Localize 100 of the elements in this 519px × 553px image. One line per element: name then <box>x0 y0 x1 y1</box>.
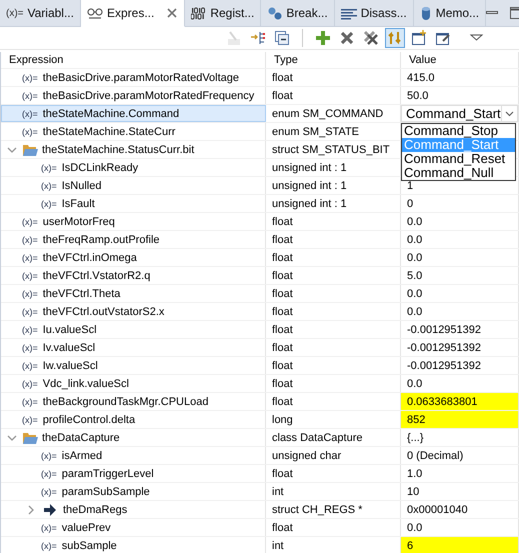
expression-cell[interactable]: (x)= paramSubSample <box>1 483 266 500</box>
value-cell[interactable]: -0.0012951392 <box>401 357 519 374</box>
expression-cell[interactable]: theStateMachine.StatusCurr.bit <box>1 141 266 158</box>
value-cell[interactable]: 415.0 <box>401 69 519 86</box>
expression-cell[interactable]: (x)= theStateMachine.Command <box>1 105 266 122</box>
expression-text: theBasicDrive.paramMotorRatedVoltage <box>42 72 240 84</box>
expression-cell[interactable]: (x)= Iw.valueScl <box>1 357 266 374</box>
variable-icon: (x)= <box>41 180 57 190</box>
view-tab[interactable]: Memo... <box>414 0 486 26</box>
expression-cell[interactable]: (x)= IsDCLinkReady <box>1 159 266 176</box>
collapse-chevron-icon[interactable] <box>7 432 17 442</box>
value-combo[interactable]: Command_Start <box>401 105 518 122</box>
type-cell: unsigned char <box>266 447 401 464</box>
expression-cell[interactable]: (x)= subSample <box>1 537 266 553</box>
expression-cell[interactable]: (x)= Iu.valueScl <box>1 321 266 338</box>
expression-text: theVFCtrl.outVstatorS2.x <box>42 306 166 318</box>
expression-cell[interactable]: (x)= theVFCtrl.VstatorR2.q <box>1 267 266 284</box>
arrows-icon <box>387 30 403 46</box>
collapse-chevron-icon[interactable] <box>7 144 17 154</box>
value-cell[interactable]: 0.0 <box>401 519 519 536</box>
dropdown-option[interactable]: Command_Null <box>402 166 515 180</box>
dropdown-option[interactable]: Command_Stop <box>402 124 515 138</box>
expression-text: Iv.valueScl <box>42 342 96 354</box>
variable-icon: (x)= <box>22 360 38 370</box>
variable-icon: (x)= <box>41 450 57 460</box>
expression-text: theStateMachine.StatusCurr.bit <box>41 144 196 156</box>
value-cell[interactable]: 0.0633683801 <box>401 393 519 410</box>
type-cell: float <box>266 465 401 482</box>
expression-cell[interactable]: (x)= IsFault <box>1 195 266 212</box>
value-cell[interactable]: -0.0012951392 <box>401 321 519 338</box>
variable-icon: (x)= <box>41 522 57 532</box>
column-header[interactable]: Type <box>266 52 401 68</box>
value-cell[interactable]: 0.0 <box>401 213 519 230</box>
value-cell[interactable]: 50.0 <box>401 87 519 104</box>
expression-cell[interactable]: (x)= Vdc_link.valueScl <box>1 375 266 392</box>
value-cell[interactable]: 0 (Decimal) <box>401 447 519 464</box>
value-cell[interactable]: 0.0 <box>401 231 519 248</box>
view-tab[interactable]: Break... <box>261 0 335 26</box>
close-icon[interactable] <box>166 7 178 19</box>
expression-cell[interactable]: (x)= profileControl.delta <box>1 411 266 428</box>
toolbar-button[interactable] <box>313 28 333 48</box>
value-cell[interactable]: 852 <box>401 411 519 428</box>
expression-cell[interactable]: (x)= theStateMachine.StateCurr <box>1 123 266 140</box>
variable-icon: (x)= <box>22 216 38 226</box>
expression-cell[interactable]: (x)= theBasicDrive.paramMotorRatedFrequency <box>1 87 266 104</box>
variable-icon: (x)= <box>41 162 57 172</box>
variable-icon: (x)= <box>22 396 38 406</box>
toolbar-button[interactable] <box>409 28 429 48</box>
variable-icon: (x)= <box>41 468 57 478</box>
column-header[interactable]: Value <box>401 52 519 68</box>
expression-cell[interactable]: (x)= theVFCtrl.inOmega <box>1 249 266 266</box>
expression-cell[interactable]: (x)= IsNulled <box>1 177 266 194</box>
value-cell[interactable]: 0.0 <box>401 303 519 320</box>
type-cell: int <box>266 483 401 500</box>
value-cell[interactable]: -0.0012951392 <box>401 339 519 356</box>
value-cell[interactable]: 0 <box>401 195 519 212</box>
collapse-all-icon <box>274 30 290 46</box>
expression-cell[interactable]: (x)= theBackgroundTaskMgr.CPULoad <box>1 393 266 410</box>
expression-cell[interactable]: (x)= paramTriggerLevel <box>1 465 266 482</box>
value-cell[interactable]: 6 <box>401 537 519 553</box>
value-cell[interactable]: 0.0 <box>401 285 519 302</box>
value-cell[interactable]: 0.0 <box>401 249 519 266</box>
view-tab[interactable]: Regist... <box>185 0 262 26</box>
maximize-icon[interactable] <box>510 7 519 19</box>
value-cell[interactable]: {...} <box>401 429 519 446</box>
expression-cell[interactable]: (x)= theVFCtrl.outVstatorS2.x <box>1 303 266 320</box>
dropdown-option[interactable]: Command_Reset <box>402 152 515 166</box>
glasses-icon <box>86 6 103 20</box>
expression-text: Iw.valueScl <box>42 360 99 372</box>
value-cell[interactable]: 5.0 <box>401 267 519 284</box>
expression-text: IsDCLinkReady <box>60 162 140 174</box>
value-cell[interactable]: 10 <box>401 483 519 500</box>
expression-text: theStateMachine.Command <box>42 108 180 120</box>
column-header[interactable]: Expression <box>1 52 266 68</box>
expand-chevron-icon[interactable] <box>26 504 36 514</box>
view-tab[interactable]: Disass... <box>334 0 414 26</box>
variable-icon: (x)= <box>41 198 57 208</box>
type-cell: struct CH_REGS * <box>266 501 401 518</box>
expression-cell[interactable]: (x)= valuePrev <box>1 519 266 536</box>
expression-cell[interactable]: (x)= userMotorFreq <box>1 213 266 230</box>
expression-cell[interactable]: theDmaRegs <box>1 501 266 518</box>
toolbar-button[interactable] <box>272 28 292 48</box>
type-cell: float <box>266 249 401 266</box>
dropdown-list[interactable]: Command_Stop Command_Start Command_Reset Command_Null <box>401 123 516 181</box>
expression-cell[interactable]: theDataCapture <box>1 429 266 446</box>
expression-cell[interactable]: (x)= isArmed <box>1 447 266 464</box>
type-cell: float <box>266 357 401 374</box>
expression-text: theDataCapture <box>41 432 121 444</box>
expression-cell[interactable]: (x)= theVFCtrl.Theta <box>1 285 266 302</box>
expression-cell[interactable]: (x)= theBasicDrive.paramMotorRatedVoltage <box>1 69 266 86</box>
variable-icon: (x)= <box>22 288 38 298</box>
cylinder-icon <box>420 6 432 20</box>
expression-cell[interactable]: (x)= Iv.valueScl <box>1 339 266 356</box>
expression-cell[interactable]: (x)= theFreqRamp.outProfile <box>1 231 266 248</box>
type-cell: enum SM_STATE <box>266 123 401 140</box>
view-tab[interactable]: Expres... <box>80 0 186 27</box>
binary-icon <box>191 6 206 20</box>
value-cell[interactable]: 0x00001040 <box>401 501 519 518</box>
value-cell[interactable]: 1.0 <box>401 465 519 482</box>
value-cell[interactable]: 0.0 <box>401 375 519 392</box>
